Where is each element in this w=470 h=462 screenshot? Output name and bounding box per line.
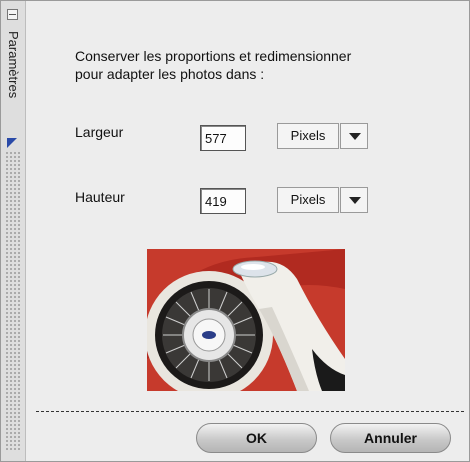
car-wheel-photo-icon [147,249,345,391]
cancel-button[interactable]: Annuler [330,423,451,453]
width-unit-select[interactable]: Pixels [277,123,339,149]
sidebar-grip[interactable] [5,151,21,451]
collapse-button[interactable] [7,9,18,20]
sidebar-title-text: Paramètres [6,31,21,99]
width-field[interactable]: 577 [200,125,246,151]
height-field[interactable]: 419 [200,188,246,214]
height-unit-select[interactable]: Pixels [277,187,339,213]
photo-preview [147,249,345,391]
corner-marker-icon [7,138,17,148]
chevron-down-icon[interactable] [340,123,368,149]
separator [36,411,464,412]
sidebar: Paramètres [1,1,26,461]
resize-description: Conserver les proportions et redimension… [75,48,352,82]
sidebar-title[interactable]: Paramètres [3,31,23,121]
height-label: Hauteur [75,189,125,205]
width-label: Largeur [75,124,124,140]
resize-dialog: Paramètres Conserver les proportions et … [0,0,470,462]
ok-button[interactable]: OK [196,423,317,453]
chevron-down-icon[interactable] [340,187,368,213]
content-panel: Conserver les proportions et redimension… [26,1,469,461]
